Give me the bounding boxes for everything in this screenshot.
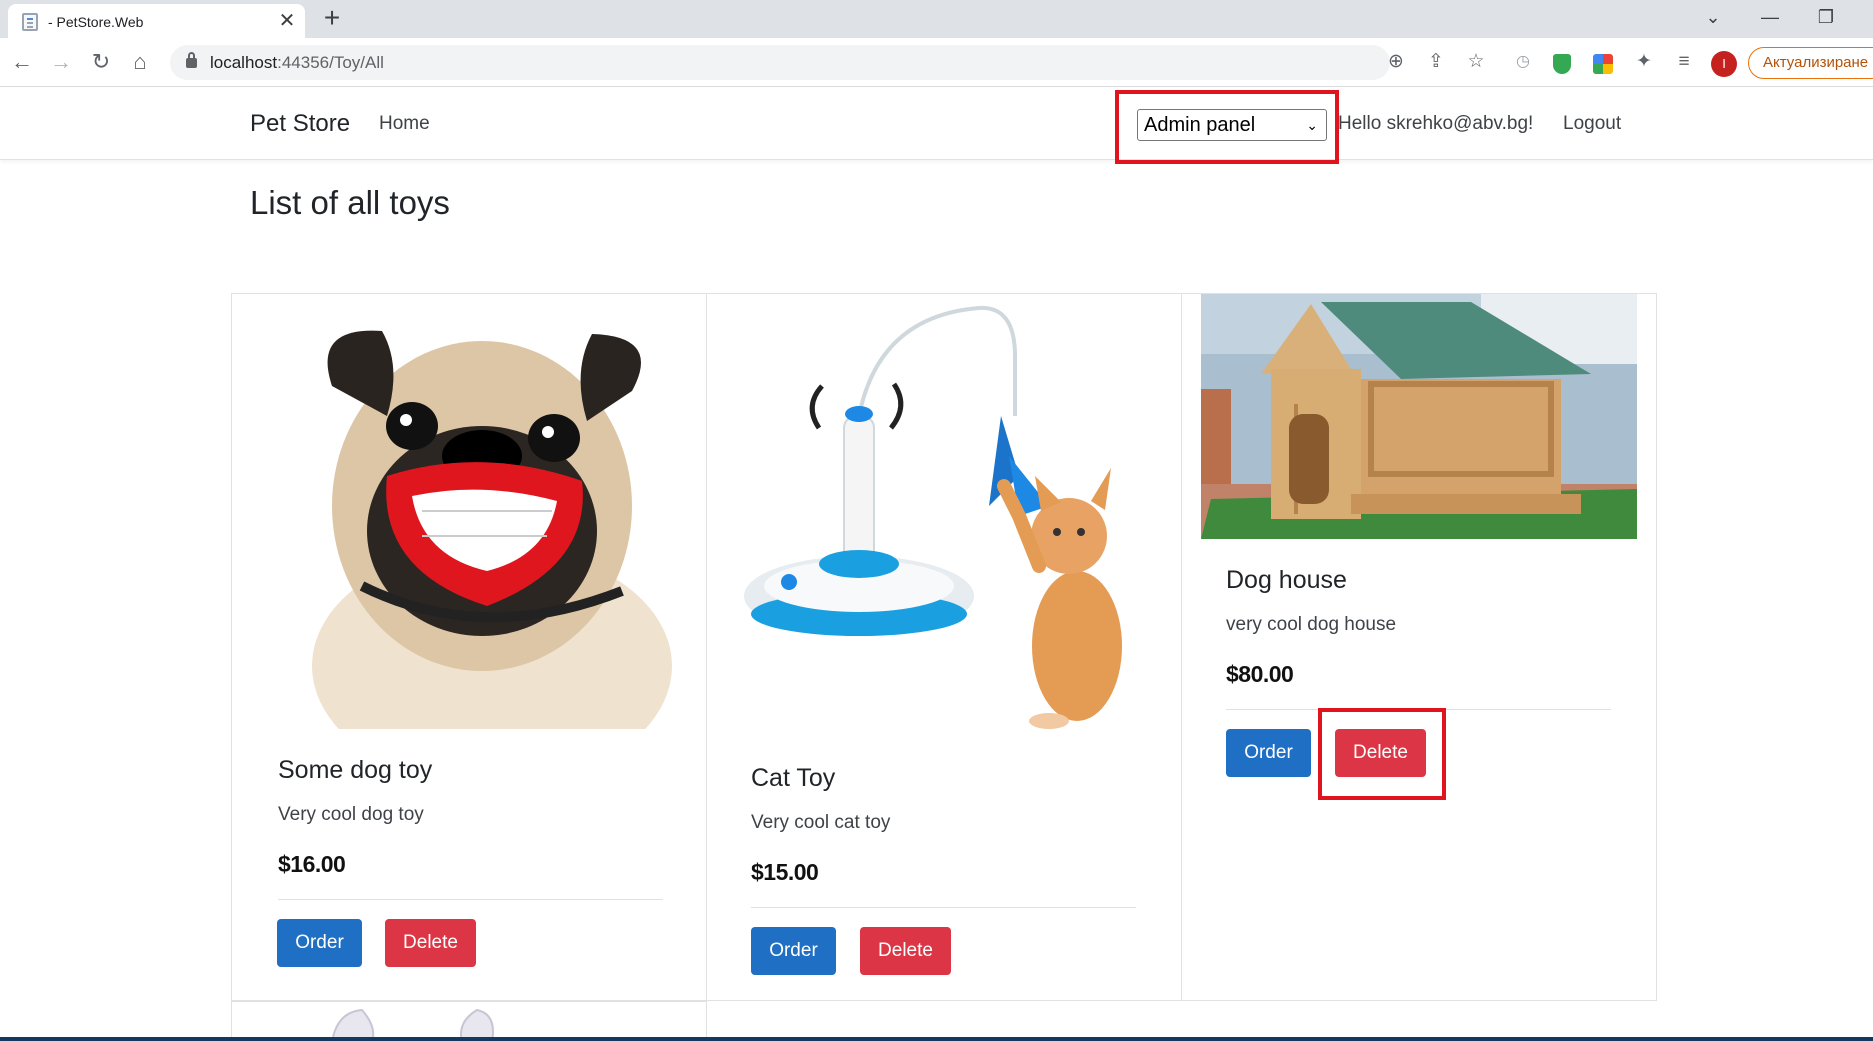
zoom-icon[interactable]: ⊕ bbox=[1382, 48, 1410, 76]
user-greeting: Hello skrehko@abv.bg! bbox=[1338, 113, 1534, 134]
order-button[interactable]: Order bbox=[1226, 729, 1311, 777]
site-navbar: Pet Store Home Admin panel ⌄ Hello skreh… bbox=[0, 87, 1873, 160]
toy-image-cat-toy bbox=[719, 296, 1171, 743]
card-title: Dog house bbox=[1226, 566, 1347, 594]
toy-image-dog-house bbox=[1201, 294, 1637, 539]
tab-search-chevron-icon[interactable]: ⌄ bbox=[1695, 3, 1731, 31]
browser-tab-strip: - PetStore.Web ✕ + ⌄ — ❐ bbox=[0, 0, 1873, 38]
order-button[interactable]: Order bbox=[277, 919, 362, 967]
card-price: $15.00 bbox=[751, 859, 819, 885]
toy-card: Dog house very cool dog house $80.00 Ord… bbox=[1181, 293, 1657, 1001]
card-description: Very cool dog toy bbox=[278, 804, 424, 825]
browser-tab[interactable]: - PetStore.Web ✕ bbox=[8, 4, 305, 38]
update-button[interactable]: Актуализиране bbox=[1748, 47, 1873, 79]
forward-icon[interactable]: → bbox=[47, 48, 75, 76]
browser-toolbar: ← → ↻ ⌂ localhost:44356/Toy/All ⊕ ⇪ ☆ ◷ … bbox=[0, 38, 1873, 87]
lock-icon[interactable] bbox=[186, 52, 197, 68]
reading-list-icon[interactable]: ≡ bbox=[1670, 48, 1698, 76]
logout-link[interactable]: Logout bbox=[1563, 113, 1621, 135]
highlight-delete-button bbox=[1318, 708, 1446, 800]
card-title: Some dog toy bbox=[278, 756, 433, 784]
brand-link[interactable]: Pet Store bbox=[250, 110, 350, 138]
toy-card bbox=[231, 1001, 707, 1041]
card-title: Cat Toy bbox=[751, 764, 836, 792]
toy-card: Some dog toy Very cool dog toy $16.00 Or… bbox=[231, 293, 707, 1001]
delete-button[interactable]: Delete bbox=[385, 919, 476, 967]
card-description: very cool dog house bbox=[1226, 614, 1397, 635]
palette-extension-icon[interactable] bbox=[1593, 54, 1613, 74]
card-price: $80.00 bbox=[1226, 661, 1294, 687]
back-icon[interactable]: ← bbox=[8, 48, 36, 76]
toy-image-partial bbox=[292, 1002, 688, 1041]
url-path: :44356/Toy/All bbox=[277, 53, 384, 72]
url-text[interactable]: localhost:44356/Toy/All bbox=[210, 53, 384, 73]
share-icon[interactable]: ⇪ bbox=[1422, 48, 1450, 76]
delete-button[interactable]: Delete bbox=[860, 927, 951, 975]
profile-avatar[interactable]: I bbox=[1711, 51, 1737, 77]
highlight-admin-select bbox=[1115, 90, 1339, 164]
shield-extension-icon[interactable] bbox=[1553, 54, 1571, 74]
home-icon[interactable]: ⌂ bbox=[126, 48, 154, 76]
card-description: Very cool cat toy bbox=[751, 812, 891, 833]
address-bar[interactable]: localhost:44356/Toy/All ⊕ ⇪ ☆ bbox=[170, 45, 1485, 80]
star-icon[interactable]: ☆ bbox=[1462, 48, 1490, 76]
order-button[interactable]: Order bbox=[751, 927, 836, 975]
page-title: List of all toys bbox=[250, 184, 450, 221]
url-host: localhost bbox=[210, 53, 278, 72]
tab-close-icon[interactable]: ✕ bbox=[276, 10, 298, 32]
reload-icon[interactable]: ↻ bbox=[87, 48, 115, 76]
card-price: $16.00 bbox=[278, 851, 346, 877]
toy-card: Cat Toy Very cool cat toy $15.00 Order D… bbox=[706, 293, 1182, 1001]
bottom-edge-bar bbox=[0, 1037, 1873, 1041]
puzzle-icon[interactable]: ✦ bbox=[1630, 48, 1658, 76]
tab-title: - PetStore.Web bbox=[48, 14, 144, 30]
toy-image-pug bbox=[292, 306, 688, 729]
nav-home-link[interactable]: Home bbox=[379, 113, 430, 135]
page-favicon-icon bbox=[22, 13, 38, 31]
restore-button[interactable]: ❐ bbox=[1808, 3, 1844, 31]
new-tab-button[interactable]: + bbox=[318, 4, 346, 32]
minimize-button[interactable]: — bbox=[1752, 3, 1788, 31]
history-icon[interactable]: ◷ bbox=[1509, 48, 1537, 76]
card-divider bbox=[278, 899, 663, 900]
card-divider bbox=[751, 907, 1136, 908]
